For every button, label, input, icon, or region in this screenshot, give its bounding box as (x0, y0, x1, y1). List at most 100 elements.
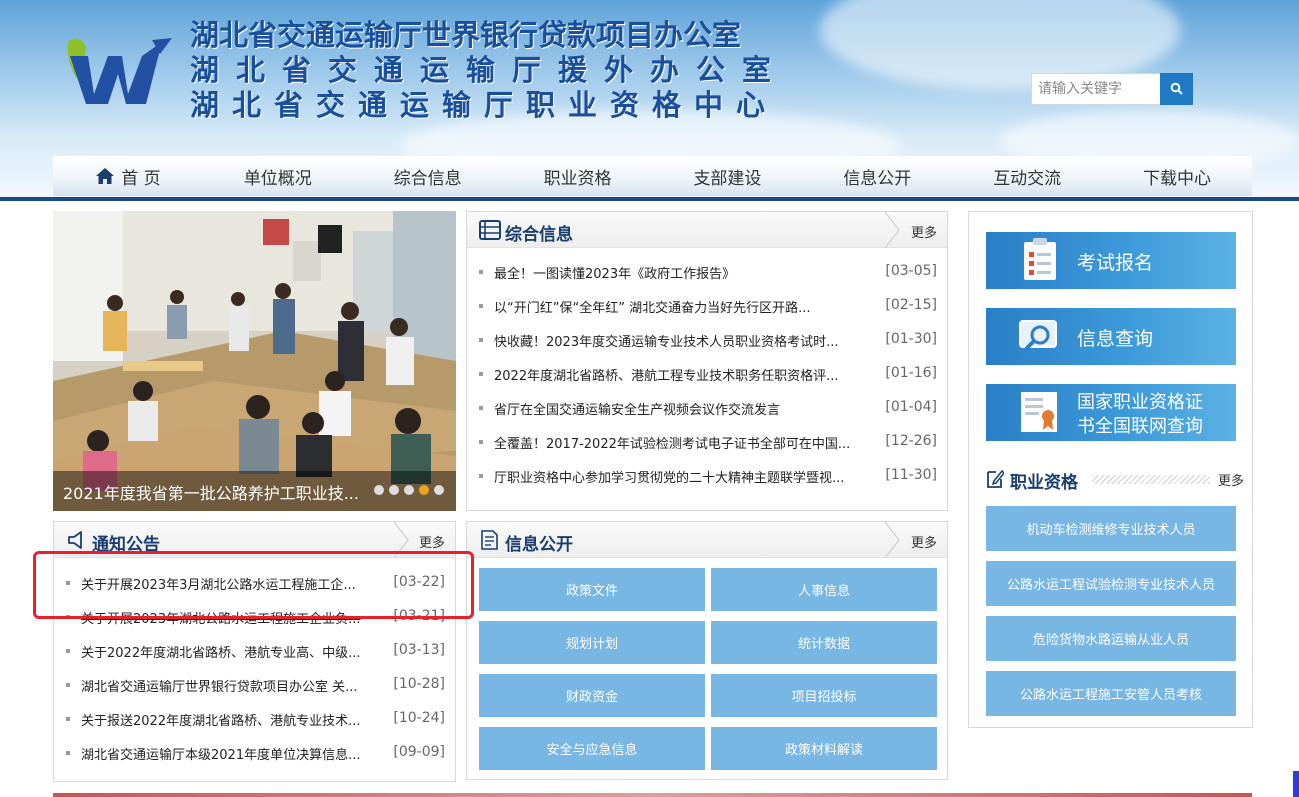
news-title[interactable]: 最全！一图读懂2023年《政府工作报告》 (494, 263, 874, 282)
notice-title[interactable]: 关于开展2023年3月湖北公路水运工程施工企... (81, 574, 379, 593)
notice-title[interactable]: 关于报送2022年度湖北省路桥、港航专业技术... (81, 710, 379, 729)
nav-item-xinxi[interactable]: 信息公开 (802, 156, 952, 196)
carousel-dots (374, 485, 444, 495)
panel-notice-title: 通知公告 (92, 535, 160, 555)
news-item[interactable]: 省厅在全国交通运输安全生产视频会议作交流发言 [01-04] (467, 391, 947, 425)
notice-date: [03-22] (393, 574, 445, 590)
national-cert-label-1: 国家职业资格证 (1077, 392, 1203, 413)
notice-item[interactable]: 关于开展2023年3月湖北公路水运工程施工企... [03-22] (54, 566, 455, 600)
xinxi-button[interactable]: 政策文件 (479, 568, 705, 611)
xinxi-button[interactable]: 政策材料解读 (711, 727, 937, 770)
document-icon (481, 530, 498, 550)
zonghe-news-list: 最全！一图读懂2023年《政府工作报告》 [03-05] 以“开门红”保“全年红”… (467, 255, 947, 493)
notice-title[interactable]: 关于开展2023年湖北公路水运工程施工企业负... (81, 608, 379, 627)
zonghe-more-link[interactable]: 更多 (911, 222, 937, 241)
news-item[interactable]: 以“开门红”保“全年红” 湖北交通奋力当好先行区开路... [02-15] (467, 289, 947, 323)
bullet-icon (66, 581, 70, 585)
notice-date: [09-09] (393, 744, 445, 760)
chevron-divider-icon (884, 212, 900, 248)
national-cert-banner[interactable]: 国家职业资格证 书全国联网查询 (986, 384, 1236, 441)
main-nav: 首 页 单位概况 综合信息 职业资格 支部建设 信息公开 互动交流 下载中心 (53, 156, 1252, 196)
news-item[interactable]: 全覆盖！2017-2022年试验检测考试电子证书全部可在中国... [12-26] (467, 425, 947, 459)
news-title[interactable]: 2022年度湖北省路桥、港航工程专业技术职务任职资格评... (494, 365, 874, 384)
zhiye-head: 职业资格 更多 (986, 468, 1244, 493)
bullet-icon (479, 474, 483, 478)
carousel-photo (53, 211, 456, 511)
zhiye-title: 职业资格 (1010, 473, 1078, 493)
photo-carousel[interactable]: 2021年度我省第一批公路养护工职业技... (53, 211, 456, 511)
list-icon (479, 220, 501, 240)
notice-title[interactable]: 湖北省交通运输厅世界银行贷款项目办公室 关... (81, 676, 379, 695)
xinxi-button[interactable]: 财政资金 (479, 674, 705, 717)
xinxi-button[interactable]: 统计数据 (711, 621, 937, 664)
news-title[interactable]: 省厅在全国交通运输安全生产视频会议作交流发言 (494, 399, 874, 418)
bullet-icon (66, 649, 70, 653)
nav-item-zonghe[interactable]: 综合信息 (353, 156, 503, 196)
xinxi-button[interactable]: 安全与应急信息 (479, 727, 705, 770)
carousel-dot[interactable] (404, 485, 414, 495)
notice-item[interactable]: 关于报送2022年度湖北省路桥、港航专业技术... [10-24] (54, 702, 455, 736)
zhiye-more-link[interactable]: 更多 (1218, 470, 1244, 489)
site-logo[interactable] (64, 34, 176, 110)
xinxi-button-grid: 政策文件 人事信息 规划计划 统计数据 财政资金 项目招投标 安全与应急信息 政… (479, 568, 937, 770)
news-date: [01-16] (885, 365, 937, 381)
news-title[interactable]: 快收藏！2023年度交通运输专业技术人员职业资格考试时... (494, 331, 874, 350)
nav-item-danwei[interactable]: 单位概况 (203, 156, 353, 196)
news-date: [01-30] (885, 331, 937, 347)
zhiye-button[interactable]: 机动车检测维修专业技术人员 (986, 506, 1236, 551)
side-tab[interactable] (1293, 771, 1299, 797)
xinxi-button[interactable]: 人事信息 (711, 568, 937, 611)
nav-home[interactable]: 首 页 (53, 156, 203, 196)
notice-item[interactable]: 关于2022年度湖北省路桥、港航专业高、中级... [03-13] (54, 634, 455, 668)
carousel-dot[interactable] (374, 485, 384, 495)
news-date: [12-26] (885, 433, 937, 449)
notice-title[interactable]: 湖北省交通运输厅本级2021年度单位决算信息... (81, 744, 379, 763)
notice-date: [03-21] (393, 608, 445, 624)
news-title[interactable]: 以“开门红”保“全年红” 湖北交通奋力当好先行区开路... (494, 297, 874, 316)
nav-item-zhiye[interactable]: 职业资格 (503, 156, 653, 196)
notice-date: [03-13] (393, 642, 445, 658)
nav-divider (0, 197, 1299, 201)
chevron-divider-icon (884, 522, 900, 558)
news-item[interactable]: 厅职业资格中心参加学习贯彻党的二十大精神主题联学暨视... [11-30] (467, 459, 947, 493)
site-title-2: 湖北省交通运输厅援外办公室 (190, 53, 789, 87)
nav-item-zhibu[interactable]: 支部建设 (653, 156, 803, 196)
exam-signup-banner[interactable]: 考试报名 (986, 232, 1236, 289)
nav-item-xiazai[interactable]: 下载中心 (1102, 156, 1252, 196)
exam-signup-label: 考试报名 (1077, 252, 1154, 274)
news-title[interactable]: 厅职业资格中心参加学习贯彻党的二十大精神主题联学暨视... (494, 467, 874, 486)
notice-item[interactable]: 湖北省交通运输厅本级2021年度单位决算信息... [09-09] (54, 736, 455, 770)
panel-zonghe-title: 综合信息 (505, 225, 573, 245)
carousel-caption[interactable]: 2021年度我省第一批公路养护工职业技... (63, 480, 359, 504)
zhiye-button[interactable]: 公路水运工程试验检测专业技术人员 (986, 561, 1236, 606)
nav-home-label: 首 页 (121, 168, 161, 189)
xinxi-button[interactable]: 项目招投标 (711, 674, 937, 717)
nav-item-hudong[interactable]: 互动交流 (952, 156, 1102, 196)
notice-more-link[interactable]: 更多 (419, 532, 445, 551)
xinxi-button[interactable]: 规划计划 (479, 621, 705, 664)
news-item[interactable]: 最全！一图读懂2023年《政府工作报告》 [03-05] (467, 255, 947, 289)
news-date: [01-04] (885, 399, 937, 415)
news-title[interactable]: 全覆盖！2017-2022年试验检测考试电子证书全部可在中国... (494, 433, 874, 452)
right-sidebar: 考试报名 信息查询 国家职业资格证 书全国联网查询 职业资格 更多 机动车检测维… (968, 211, 1253, 728)
carousel-dot[interactable] (389, 485, 399, 495)
search-input[interactable] (1032, 74, 1160, 104)
zhiye-button[interactable]: 公路水运工程施工安管人员考核 (986, 671, 1236, 716)
bullet-icon (479, 270, 483, 274)
notice-item[interactable]: 关于开展2023年湖北公路水运工程施工企业负... [03-21] (54, 600, 455, 634)
news-item[interactable]: 快收藏！2023年度交通运输专业技术人员职业资格考试时... [01-30] (467, 323, 947, 357)
carousel-dot[interactable] (434, 485, 444, 495)
bullet-icon (66, 615, 70, 619)
xinxi-more-link[interactable]: 更多 (911, 532, 937, 551)
carousel-dot-active[interactable] (419, 485, 429, 495)
carousel-caption-bar: 2021年度我省第一批公路养护工职业技... (53, 471, 456, 511)
search-button[interactable] (1160, 73, 1193, 105)
info-query-banner[interactable]: 信息查询 (986, 308, 1236, 365)
news-date: [02-15] (885, 297, 937, 313)
certificate-icon (1021, 392, 1057, 432)
bullet-icon (479, 304, 483, 308)
zhiye-button[interactable]: 危险货物水路运输从业人员 (986, 616, 1236, 661)
notice-title[interactable]: 关于2022年度湖北省路桥、港航专业高、中级... (81, 642, 379, 661)
notice-item[interactable]: 湖北省交通运输厅世界银行贷款项目办公室 关... [10-28] (54, 668, 455, 702)
news-item[interactable]: 2022年度湖北省路桥、港航工程专业技术职务任职资格评... [01-16] (467, 357, 947, 391)
